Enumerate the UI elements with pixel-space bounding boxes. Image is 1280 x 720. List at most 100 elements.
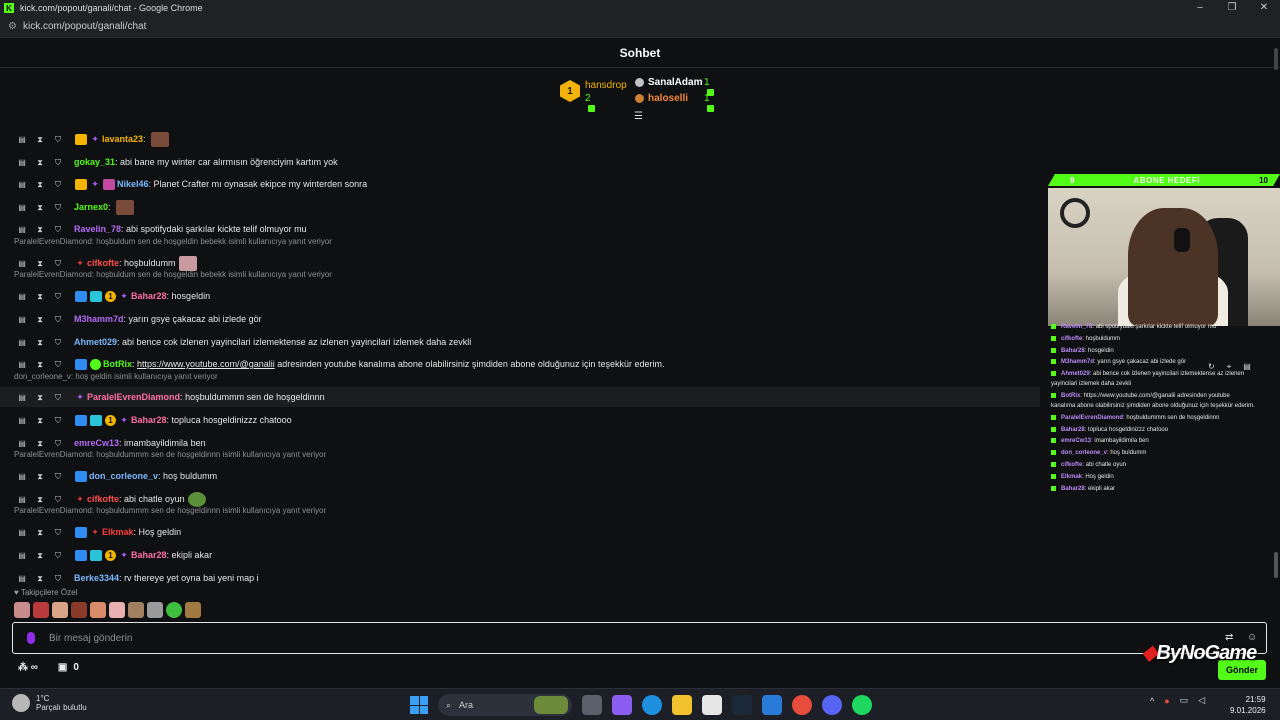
task-view-icon[interactable] [582,695,602,715]
chat-username[interactable]: emreCw13 [74,438,119,448]
timeout-icon[interactable]: ⧗ [36,574,44,583]
timeout-icon[interactable]: ⧗ [36,360,44,369]
ban-icon[interactable]: ⛉ [54,416,62,425]
reply-context[interactable]: ParalelEvrenDiamond: hoşbuldummm sen de … [14,506,326,515]
delete-message-icon[interactable]: ▤ [18,180,26,189]
store-icon[interactable] [702,695,722,715]
emote-icon[interactable] [52,602,68,618]
pin-icon[interactable]: ⌖ [1227,362,1232,372]
delete-message-icon[interactable]: ▤ [18,551,26,560]
ban-icon[interactable]: ⛉ [54,135,62,144]
chat-message[interactable]: ▤ ⧗ ⛉ Ravelin_78: abi spotifydaki şarkılar … [0,219,1040,239]
site-settings-icon[interactable]: ⚙ [8,21,17,32]
chat-message[interactable]: ▤ ⧗ ⛉ M3hamm7d: yarın gsye çakacaz abi izle… [0,309,1040,329]
ban-icon[interactable]: ⛉ [54,472,62,481]
ban-icon[interactable]: ⛉ [54,292,62,301]
timeout-icon[interactable]: ⧗ [36,528,44,537]
chat-message[interactable]: ▤ ⧗ ⛉ ✦ ParalelEvrenDiamond: hoşbuldummm sen… [0,387,1040,407]
chat-message[interactable]: ▤ ⧗ ⛉ BotRix: https://www.youtube.com/@gana… [0,354,1040,374]
ban-icon[interactable]: ⛉ [54,439,62,448]
spotify-icon[interactable] [852,695,872,715]
emote-icon[interactable] [90,602,106,618]
ban-icon[interactable]: ⛉ [54,259,62,268]
chat-message[interactable]: ▤ ⧗ ⛉ 1 ✦ Bahar28: ekipli akar [0,545,1040,565]
mic-tray-icon[interactable]: ● [1164,696,1169,706]
timeout-icon[interactable]: ⧗ [36,393,44,402]
taskbar-clock[interactable]: 21:59 9.01.2026 [1230,694,1266,716]
chat-message[interactable]: ▤ ⧗ ⛉ 1 ✦ Bahar28: hosgeldin [0,286,1040,306]
steam-icon[interactable] [732,695,752,715]
delete-message-icon[interactable]: ▤ [18,203,26,212]
chat-message[interactable]: ▤ ⧗ ⛉ don_corleone_v: hoş buldumm [0,466,1040,486]
chat-username[interactable]: BotRix [103,359,132,369]
ban-icon[interactable]: ⛉ [54,338,62,347]
delete-message-icon[interactable]: ▤ [18,158,26,167]
chat-message[interactable]: ▤ ⧗ ⛉ Ahmet029: abi bence cok izlenen yayin… [0,332,1040,352]
delete-message-icon[interactable]: ▤ [18,315,26,324]
emote-icon[interactable] [109,602,125,618]
chat-emote-icon[interactable] [187,491,206,507]
emote-icon[interactable] [14,602,30,618]
reply-context[interactable]: ParalelEvrenDiamond: hoşbuldummm sen de … [14,450,326,459]
delete-message-icon[interactable]: ▤ [18,416,26,425]
mic-icon[interactable] [27,632,35,644]
message-link[interactable]: https://www.youtube.com/@ganalii [137,359,275,369]
ban-icon[interactable]: ⛉ [54,225,62,234]
ban-icon[interactable]: ⛉ [54,158,62,167]
timeout-icon[interactable]: ⧗ [36,135,44,144]
delete-message-icon[interactable]: ▤ [18,135,26,144]
ban-icon[interactable]: ⛉ [54,203,62,212]
copilot-icon[interactable] [612,695,632,715]
timeout-icon[interactable]: ⧗ [36,338,44,347]
address-bar[interactable]: ⚙ kick.com/popout/ganali/chat [0,16,1280,38]
chevron-up-icon[interactable]: ^ [1150,696,1154,706]
ban-icon[interactable]: ⛉ [54,574,62,583]
delete-message-icon[interactable]: ▤ [18,472,26,481]
delete-message-icon[interactable]: ▤ [18,528,26,537]
chat-username[interactable]: Bahar28 [131,550,167,560]
message-input[interactable] [49,632,1149,644]
trash-icon[interactable]: ▤ [1243,362,1251,372]
chrome-icon[interactable] [792,695,812,715]
chat-username[interactable]: gokay_31 [74,157,115,167]
delete-message-icon[interactable]: ▤ [18,259,26,268]
timeout-icon[interactable]: ⧗ [36,439,44,448]
refresh-icon[interactable]: ↻ [1208,362,1215,372]
timeout-icon[interactable]: ⧗ [36,472,44,481]
chat-username[interactable]: Berke3344 [74,573,119,583]
emote-icon[interactable] [147,602,163,618]
delete-message-icon[interactable]: ▤ [18,393,26,402]
ban-icon[interactable]: ⛉ [54,551,62,560]
chat-message[interactable]: ▤ ⧗ ⛉ ✦ Elkmak: Hoş geldin [0,522,1040,542]
timeout-icon[interactable]: ⧗ [36,292,44,301]
delete-message-icon[interactable]: ▤ [18,225,26,234]
taskbar-search[interactable]: ⌕ Ara [438,694,572,716]
ban-icon[interactable]: ⛉ [54,495,62,504]
chat-username[interactable]: Ahmet029 [74,337,117,347]
chat-emote-icon[interactable] [116,199,135,215]
ban-icon[interactable]: ⛉ [54,360,62,369]
volume-icon[interactable]: ◁ [1198,695,1205,706]
minimize-icon[interactable]: – [1184,0,1216,16]
discord-icon[interactable] [822,695,842,715]
chat-username[interactable]: ParalelEvrenDiamond [87,392,180,402]
delete-message-icon[interactable]: ▤ [18,439,26,448]
chat-message[interactable]: ▤ ⧗ ⛉ 1 ✦ Bahar28: topluca hosgeldinizzz chat… [0,410,1040,430]
scrollbar-top[interactable] [1274,48,1278,70]
edge-icon[interactable] [642,695,662,715]
reply-context[interactable]: ParalelEvrenDiamond: hoşbuldum sen de ho… [14,270,332,279]
reply-context[interactable]: ParalelEvrenDiamond: hoşbuldum sen de ho… [14,237,332,246]
chat-username[interactable]: Nikel46 [117,179,149,189]
chat-message[interactable]: ▤ ⧗ ⛉ Jarnex0: [0,197,1040,217]
chat-input-box[interactable]: ⇄ ☺ [12,622,1267,654]
restore-icon[interactable]: ❐ [1216,0,1248,16]
timeout-icon[interactable]: ⧗ [36,315,44,324]
weather-widget[interactable]: 1°C Parçalı bulutlu [12,694,87,712]
ban-icon[interactable]: ⛉ [54,315,62,324]
chat-username[interactable]: Elkmak [102,527,134,537]
file-explorer-icon[interactable] [672,695,692,715]
points-icon[interactable]: ⁂ ∞ [18,662,38,673]
gift-box-icon[interactable]: ▣ [58,662,67,673]
delete-message-icon[interactable]: ▤ [18,360,26,369]
delete-message-icon[interactable]: ▤ [18,338,26,347]
